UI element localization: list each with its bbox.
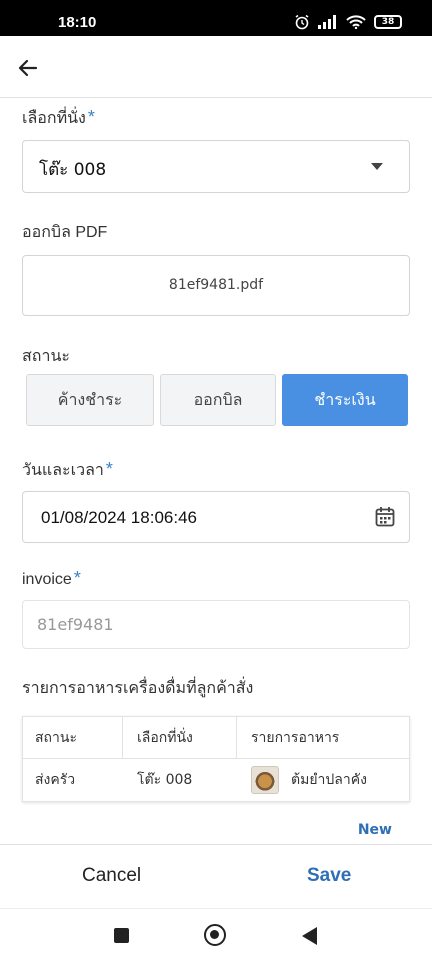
action-footer: Cancel Save	[0, 844, 432, 908]
pdf-file-box[interactable]: 81ef9481.pdf	[22, 255, 410, 316]
datetime-label: วันและเวลา *	[22, 458, 113, 483]
datetime-value: 01/08/2024 18:06:46	[41, 508, 197, 527]
row-status: ส่งครัว	[35, 772, 76, 788]
pdf-filename: 81ef9481.pdf	[168, 277, 264, 293]
calendar-icon[interactable]	[375, 506, 395, 528]
invoice-label: invoice *	[22, 568, 81, 589]
cancel-button[interactable]: Cancel	[82, 865, 141, 887]
invoice-label-text: invoice	[22, 571, 72, 588]
form-content: เลือกที่นั่ง * โต๊ะ 008 ออกบิล PDF 81ef94…	[0, 98, 432, 844]
wifi-icon	[346, 15, 366, 29]
table-row[interactable]: ส่งครัว โต๊ะ 008 ต้มยำปลาคัง	[23, 759, 409, 801]
seat-label-text: เลือกที่นั่ง	[22, 110, 86, 127]
column-header-status: สถานะ	[23, 717, 123, 758]
status-option-unpaid[interactable]: ค้างชำระ	[26, 374, 154, 426]
status-time: 18:10	[58, 14, 97, 31]
new-order-button[interactable]: New	[358, 822, 392, 838]
status-option-billed[interactable]: ออกบิล	[160, 374, 276, 426]
home-icon[interactable]	[204, 924, 226, 946]
save-button[interactable]: Save	[307, 865, 351, 887]
row-seat: โต๊ะ 008	[137, 772, 193, 788]
app-bar	[0, 36, 432, 98]
required-marker: *	[73, 568, 81, 588]
invoice-field[interactable]: 81ef9481	[22, 600, 410, 649]
recent-apps-icon[interactable]	[114, 928, 129, 943]
datetime-label-text: วันและเวลา	[22, 462, 104, 479]
status-bar: 18:10 38	[0, 0, 432, 36]
status-option-paid[interactable]: ชำระเงิน	[282, 374, 408, 426]
status-label: สถานะ	[22, 348, 70, 365]
required-marker: *	[105, 459, 113, 479]
orders-table: สถานะ เลือกที่นั่ง รายการอาหาร ส่งครัว โ…	[22, 716, 410, 802]
required-marker: *	[87, 107, 95, 127]
table-header: สถานะ เลือกที่นั่ง รายการอาหาร	[23, 717, 409, 759]
system-nav-bar	[0, 908, 432, 960]
row-item-cell: ต้มยำปลาคัง	[237, 759, 409, 801]
arrow-left-icon	[18, 59, 38, 77]
battery-icon: 38	[374, 15, 402, 29]
food-thumbnail	[251, 766, 279, 794]
alarm-icon	[295, 14, 309, 30]
orders-label: รายการอาหารเครื่องดื่มที่ลูกค้าสั่ง	[22, 680, 254, 697]
seat-label: เลือกที่นั่ง *	[22, 106, 95, 131]
seat-select-value: โต๊ะ 008	[39, 160, 107, 180]
pdf-label: ออกบิล PDF	[22, 224, 108, 241]
datetime-field[interactable]: 01/08/2024 18:06:46	[22, 491, 410, 543]
status-icons: 38	[294, 14, 402, 30]
chevron-down-icon	[371, 163, 383, 170]
row-item: ต้มยำปลาคัง	[291, 772, 367, 788]
seat-select[interactable]: โต๊ะ 008	[22, 140, 410, 193]
column-header-item: รายการอาหาร	[251, 729, 340, 746]
nav-back-icon[interactable]	[302, 927, 317, 945]
signal-icon	[318, 15, 336, 29]
back-button[interactable]	[12, 52, 44, 84]
column-header-seat: เลือกที่นั่ง	[123, 717, 237, 758]
invoice-value: 81ef9481	[37, 615, 114, 634]
